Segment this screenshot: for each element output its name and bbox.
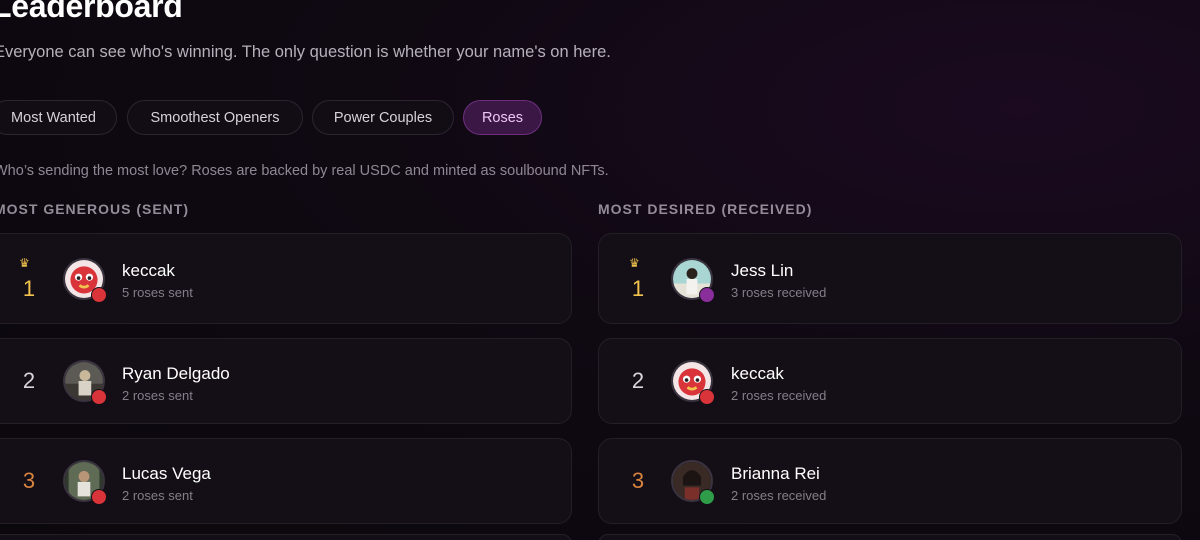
rose-count: 3 roses received [731, 285, 827, 300]
tab-smoothest-openers[interactable]: Smoothest Openers [127, 100, 303, 135]
rose-badge-icon [699, 389, 715, 406]
rank-number: 3 [22, 468, 36, 493]
user-name: Lucas Vega [122, 464, 211, 483]
sent-entry-2[interactable]: 2 Ryan Delgado 2 roses sent [0, 338, 572, 424]
rose-badge-icon [699, 489, 715, 506]
sent-entry-1[interactable]: ♛ 1 keccak 5 roses sent [0, 233, 572, 324]
user-name: Ryan Delgado [122, 364, 230, 383]
user-name: Brianna Rei [731, 464, 820, 483]
sent-entry-3[interactable]: 3 Lucas Vega 2 roses sent [0, 438, 572, 524]
page-title: Leaderboard [0, 0, 183, 24]
received-entry-1[interactable]: ♛ 1 Jess Lin 3 roses received [598, 233, 1182, 324]
rank-number: 3 [631, 468, 645, 493]
sent-section-heading: MOST GENEROUS (SENT) [0, 201, 190, 217]
rose-badge-icon [91, 287, 107, 304]
rank-number: 2 [22, 368, 36, 393]
rose-badge-icon [91, 389, 107, 406]
tab-power-couples[interactable]: Power Couples [312, 100, 454, 135]
rank-number: 1 [631, 276, 645, 301]
received-section-heading: MOST DESIRED (RECEIVED) [598, 201, 813, 217]
received-entry-2[interactable]: 2 keccak 2 roses received [598, 338, 1182, 424]
rose-count: 2 roses sent [122, 388, 193, 403]
rose-badge-icon [91, 489, 107, 506]
user-name: keccak [731, 364, 784, 383]
crown-icon: ♛ [19, 256, 30, 270]
received-entry-next-partial [598, 534, 1182, 540]
rose-count: 5 roses sent [122, 285, 193, 300]
rose-count: 2 roses sent [122, 488, 193, 503]
user-name: keccak [122, 261, 175, 280]
rose-count: 2 roses received [731, 488, 827, 503]
rank-number: 2 [631, 368, 645, 393]
tab-most-wanted[interactable]: Most Wanted [0, 100, 117, 135]
sent-entry-next-partial [0, 534, 572, 540]
rose-count: 2 roses received [731, 388, 827, 403]
user-name: Jess Lin [731, 261, 794, 280]
rank-number: 1 [22, 276, 36, 301]
crown-icon: ♛ [629, 256, 640, 270]
page-subtitle: Everyone can see who's winning. The only… [0, 43, 611, 61]
received-entry-3[interactable]: 3 Brianna Rei 2 roses received [598, 438, 1182, 524]
roses-description: Who’s sending the most love? Roses are b… [0, 163, 609, 179]
rose-badge-icon [699, 287, 715, 304]
tab-roses[interactable]: Roses [463, 100, 542, 135]
